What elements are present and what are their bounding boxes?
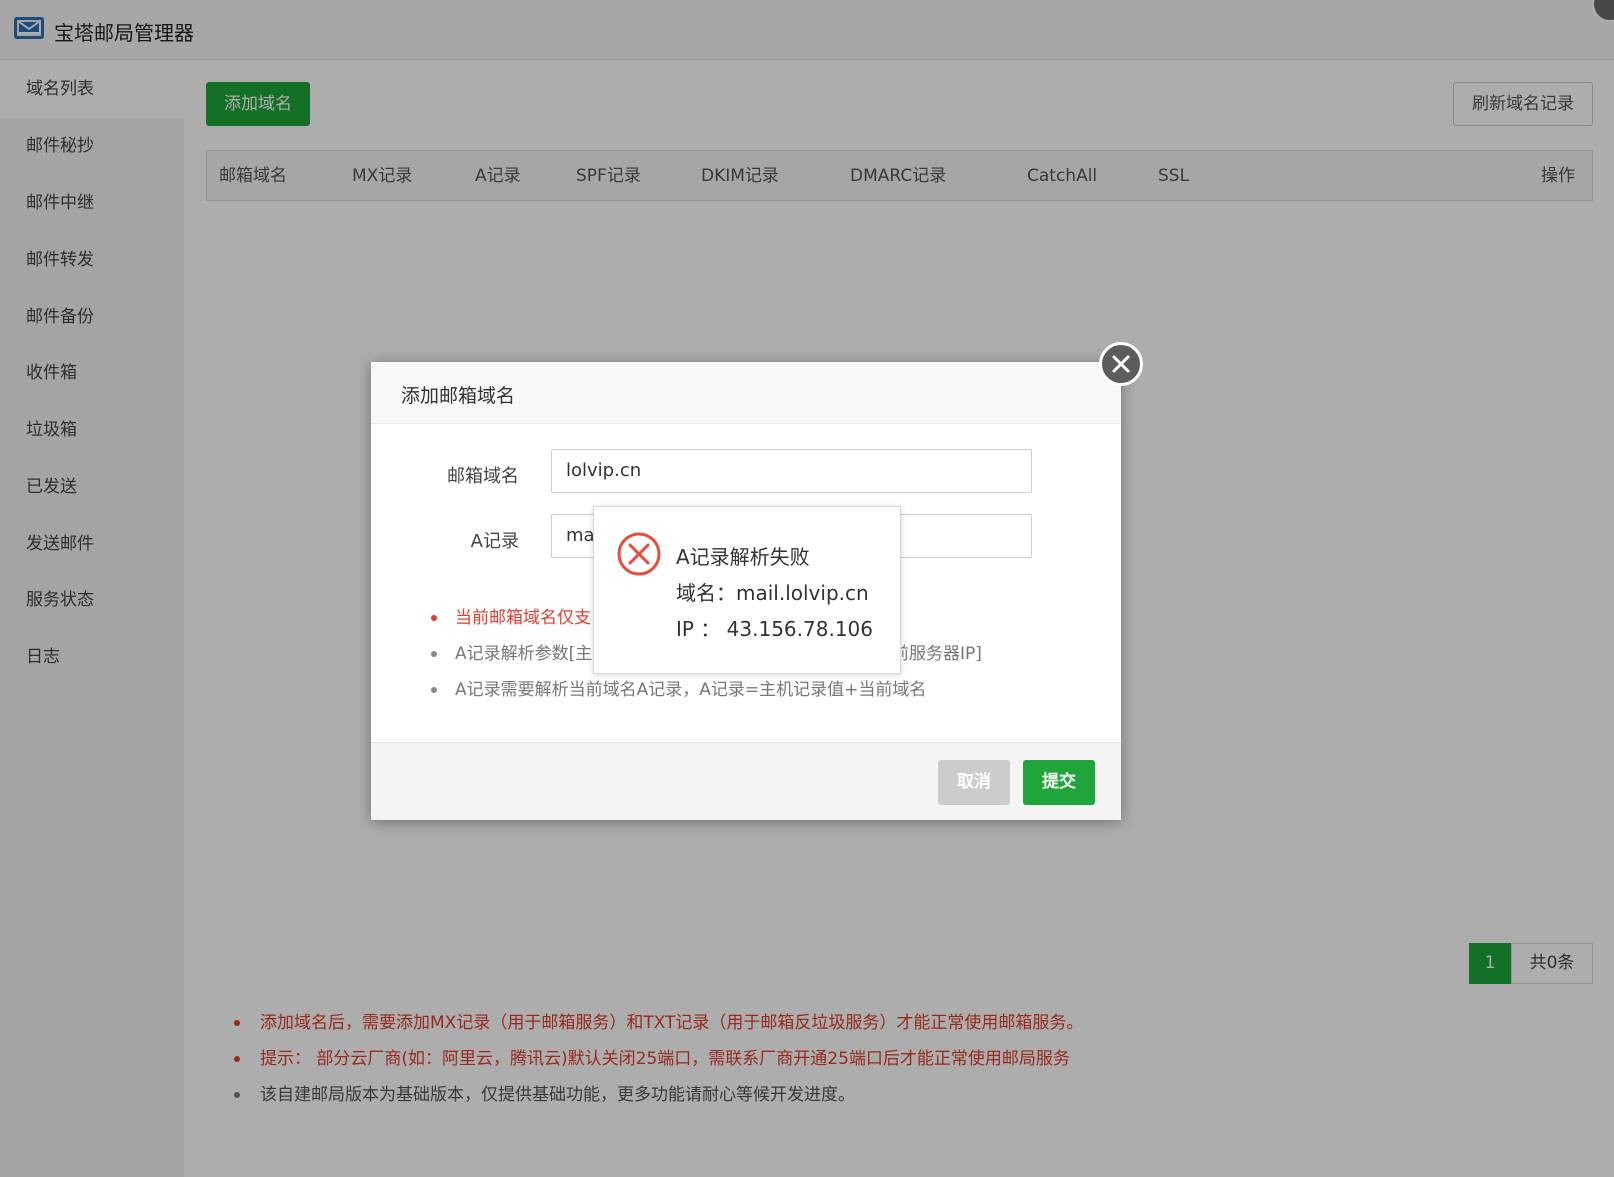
note-item: A记录需要解析当前域名A记录，A记录=主机记录值+当前域名	[429, 672, 926, 708]
toast-title: A记录解析失败	[676, 545, 810, 569]
cancel-button[interactable]: 取消	[938, 760, 1010, 805]
dialog-title: 添加邮箱域名	[401, 385, 516, 407]
error-icon	[616, 531, 662, 581]
domain-field-label: 邮箱域名	[447, 466, 519, 487]
toast-ip: IP ： 43.156.78.106	[676, 617, 873, 641]
close-icon	[1112, 355, 1130, 373]
dialog-footer: 取消 提交	[371, 742, 1121, 820]
error-toast: A记录解析失败 域名：mail.lolvip.cn IP ： 43.156.78…	[593, 506, 901, 674]
domain-input[interactable]: lolvip.cn	[551, 449, 1032, 493]
submit-button[interactable]: 提交	[1023, 760, 1095, 805]
dialog-close-button[interactable]	[1099, 342, 1143, 386]
dialog-header: 添加邮箱域名	[371, 362, 1121, 424]
toast-domain: 域名：mail.lolvip.cn	[676, 581, 869, 605]
a-record-field-label: A记录	[470, 531, 519, 552]
